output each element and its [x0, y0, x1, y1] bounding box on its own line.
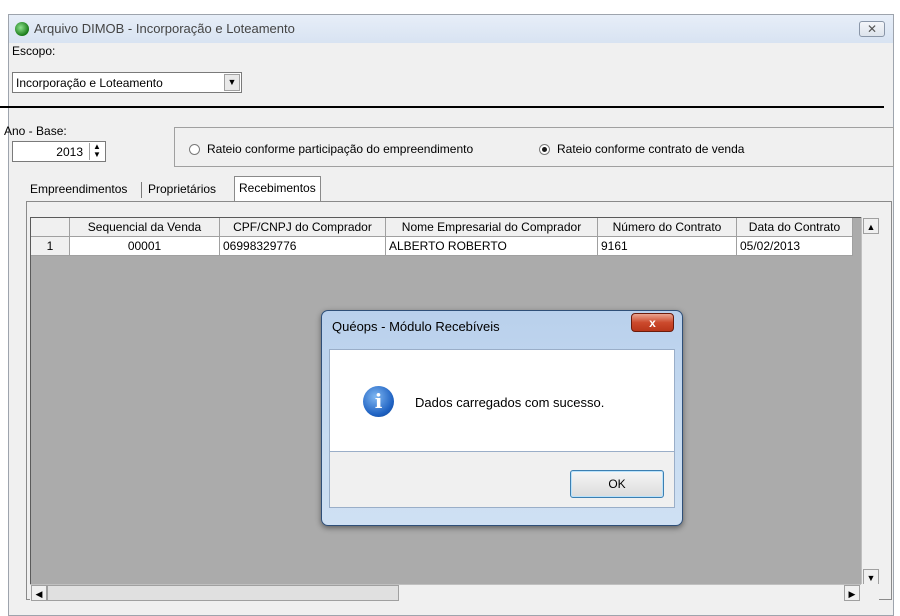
scroll-thumb[interactable] [47, 585, 399, 601]
vertical-scrollbar[interactable]: ▲ ▼ [861, 217, 880, 587]
cell-sequencial[interactable]: 00001 [70, 237, 220, 256]
tab-separator [141, 182, 142, 198]
radio-label: Rateio conforme contrato de venda [557, 142, 745, 156]
radio-rateio-contrato[interactable]: Rateio conforme contrato de venda [539, 142, 744, 156]
escopo-select[interactable]: Incorporação e Loteamento ▼ [12, 72, 242, 93]
table-row[interactable]: 1 00001 06998329776 ALBERTO ROBERTO 9161… [31, 237, 853, 256]
table-header-row: Sequencial da Venda CPF/CNPJ do Comprado… [31, 218, 853, 237]
rateio-group: Rateio conforme participação do empreend… [174, 127, 894, 167]
chevron-down-icon[interactable]: ▼ [224, 74, 240, 91]
dialog-close-button[interactable]: x [631, 313, 674, 332]
divider [0, 106, 884, 108]
column-header[interactable]: Número do Contrato [598, 218, 737, 237]
info-icon: i [363, 386, 394, 417]
ano-base-value: 2013 [56, 145, 83, 159]
row-number: 1 [31, 237, 70, 256]
tab-proprietarios[interactable]: Proprietários [144, 178, 220, 200]
ano-base-spinner[interactable]: 2013 ▲ ▼ [12, 141, 106, 162]
column-header[interactable]: Sequencial da Venda [70, 218, 220, 237]
radio-label: Rateio conforme participação do empreend… [207, 142, 474, 156]
horizontal-scrollbar[interactable]: ◀ ▶ [30, 584, 861, 602]
message-dialog: Quéops - Módulo Recebíveis x i Dados car… [321, 310, 683, 526]
cell-data-contrato[interactable]: 05/02/2013 [737, 237, 853, 256]
dialog-footer: OK [329, 452, 675, 508]
cell-nome[interactable]: ALBERTO ROBERTO [386, 237, 598, 256]
column-header[interactable]: Nome Empresarial do Comprador [386, 218, 598, 237]
ano-base-label: Ano - Base: [4, 124, 67, 138]
dialog-body: i Dados carregados com sucesso. [329, 349, 675, 452]
ok-button[interactable]: OK [570, 470, 664, 498]
column-header[interactable]: CPF/CNPJ do Comprador [220, 218, 386, 237]
title-bar: Arquivo DIMOB - Incorporação e Loteament… [9, 15, 893, 43]
cell-cpf-cnpj[interactable]: 06998329776 [220, 237, 386, 256]
scroll-up-icon[interactable]: ▲ [863, 218, 879, 234]
scroll-left-icon[interactable]: ◀ [31, 585, 47, 601]
scroll-corner [861, 584, 879, 601]
scroll-down-icon[interactable]: ▼ [863, 569, 879, 585]
window-title: Arquivo DIMOB - Incorporação e Loteament… [34, 21, 295, 36]
spinner-arrows-icon[interactable]: ▲ ▼ [89, 143, 104, 160]
radio-circle-icon [189, 143, 200, 155]
radio-rateio-participacao[interactable]: Rateio conforme participação do empreend… [189, 142, 473, 156]
escopo-label: Escopo: [12, 44, 56, 58]
app-icon [15, 22, 29, 36]
scroll-right-icon[interactable]: ▶ [844, 585, 860, 601]
column-header[interactable]: Data do Contrato [737, 218, 853, 237]
radio-circle-icon [539, 143, 550, 155]
tab-recebimentos[interactable]: Recebimentos [234, 176, 321, 202]
window-close-button[interactable]: ✕ [859, 21, 885, 37]
dialog-message: Dados carregados com sucesso. [415, 395, 605, 410]
dialog-title: Quéops - Módulo Recebíveis [332, 319, 500, 334]
cell-numero-contrato[interactable]: 9161 [598, 237, 737, 256]
escopo-value: Incorporação e Loteamento [16, 76, 163, 90]
header-corner [31, 218, 70, 237]
tab-empreendimentos[interactable]: Empreendimentos [26, 178, 131, 200]
